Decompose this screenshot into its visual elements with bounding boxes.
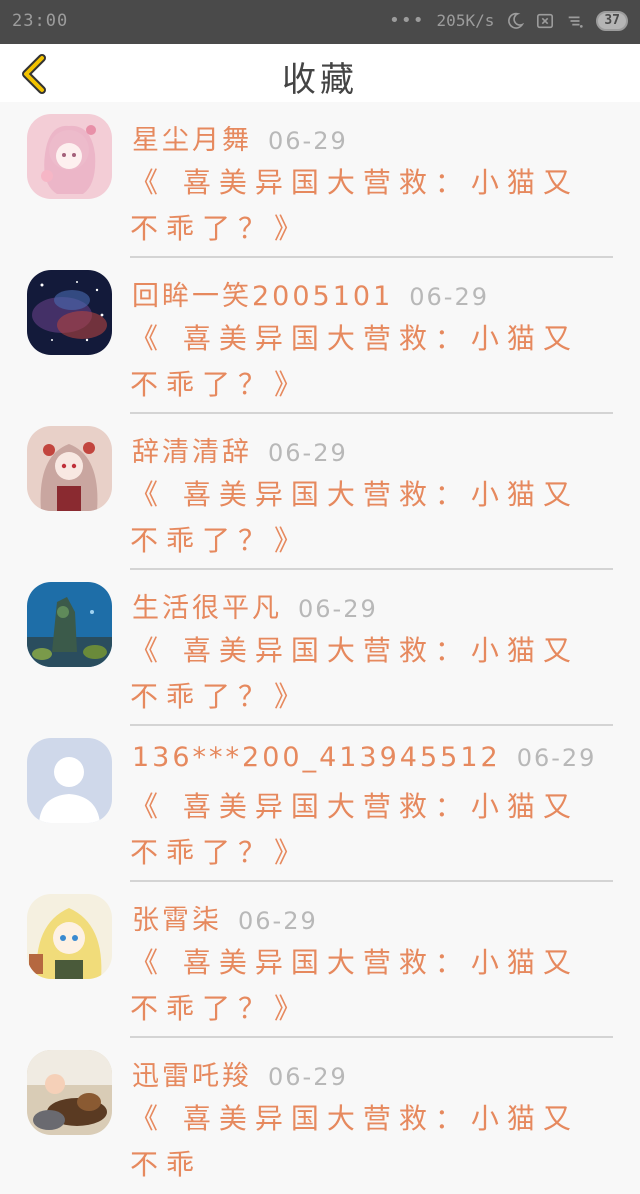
user-name[interactable]: 生活很平凡 [132, 593, 282, 624]
favorite-item[interactable]: 星尘月舞 06-29 《 喜美异国大营救：小猫又不乖了？》 [0, 102, 640, 258]
title-bar: 收藏 [0, 44, 640, 102]
avatar[interactable] [27, 582, 112, 667]
story-title[interactable]: 《 喜美异国大营救：小猫又不乖 [130, 1096, 610, 1188]
avatar[interactable] [27, 270, 112, 355]
battery-indicator: 37 [596, 10, 628, 31]
user-name[interactable]: 星尘月舞 [132, 125, 252, 156]
network-speed: 205K/s [436, 11, 495, 30]
story-title[interactable]: 《 喜美异国大营救：小猫又不乖了？》 [130, 940, 610, 1032]
favorite-item[interactable]: 生活很平凡 06-29 《 喜美异国大营救：小猫又不乖了？》 [0, 570, 640, 726]
avatar[interactable] [27, 1050, 112, 1135]
favorite-item[interactable]: 136***200_413945512 06-29 《 喜美异国大营救：小猫又不乖… [0, 726, 640, 882]
favorite-date: 06-29 [516, 744, 597, 772]
favorite-item[interactable]: 迅雷吒羧 06-29 《 喜美异国大营救：小猫又不乖 [0, 1038, 640, 1194]
status-time: 23:00 [12, 11, 69, 31]
user-name[interactable]: 136***200_413945512 [132, 742, 501, 773]
story-title[interactable]: 《 喜美异国大营救：小猫又不乖了？》 [130, 316, 610, 408]
moon-icon [508, 12, 525, 29]
favorite-date: 06-29 [409, 283, 489, 311]
favorite-date: 06-29 [268, 439, 348, 467]
favorite-date: 06-29 [268, 127, 348, 155]
favorite-meta: 生活很平凡 06-29 [132, 586, 378, 625]
user-name[interactable]: 张霄柒 [132, 905, 222, 936]
favorite-date: 06-29 [268, 1063, 348, 1091]
user-name[interactable]: 回眸一笑2005101 [132, 281, 393, 312]
favorite-item[interactable]: 回眸一笑2005101 06-29 《 喜美异国大营救：小猫又不乖了？》 [0, 258, 640, 414]
avatar[interactable] [27, 114, 112, 199]
favorite-item[interactable]: 张霄柒 06-29 《 喜美异国大营救：小猫又不乖了？》 [0, 882, 640, 1038]
story-title[interactable]: 《 喜美异国大营救：小猫又不乖了？》 [130, 472, 610, 564]
favorite-meta: 136***200_413945512 06-29 [132, 742, 596, 773]
user-name[interactable]: 辞清清辞 [132, 437, 252, 468]
more-dots-icon: ••• [389, 10, 425, 31]
favorite-meta: 辞清清辞 06-29 [132, 430, 348, 469]
favorite-meta: 张霄柒 06-29 [132, 898, 318, 937]
favorite-date: 06-29 [238, 907, 318, 935]
favorite-item[interactable]: 辞清清辞 06-29 《 喜美异国大营救：小猫又不乖了？》 [0, 414, 640, 570]
favorite-meta: 迅雷吒羧 06-29 [132, 1054, 348, 1093]
status-icons: ••• 205K/s 37 [389, 10, 628, 31]
favorites-list: 星尘月舞 06-29 《 喜美异国大营救：小猫又不乖了？》 回眸一笑2005101… [0, 102, 640, 1194]
avatar[interactable] [27, 894, 112, 979]
favorite-meta: 星尘月舞 06-29 [132, 118, 348, 157]
user-name[interactable]: 迅雷吒羧 [132, 1061, 252, 1092]
story-title[interactable]: 《 喜美异国大营救：小猫又不乖了？》 [130, 160, 610, 252]
avatar[interactable] [27, 426, 112, 511]
page-title: 收藏 [282, 60, 358, 100]
wifi-icon [569, 16, 583, 28]
favorite-date: 06-29 [298, 595, 378, 623]
favorite-meta: 回眸一笑2005101 06-29 [132, 274, 489, 313]
story-title[interactable]: 《 喜美异国大营救：小猫又不乖了？》 [130, 628, 610, 720]
no-sim-icon [537, 13, 554, 28]
status-bar: 23:00 ••• 205K/s 37 [0, 0, 640, 44]
story-title[interactable]: 《 喜美异国大营救：小猫又不乖了？》 [130, 784, 610, 876]
avatar[interactable] [27, 738, 112, 823]
